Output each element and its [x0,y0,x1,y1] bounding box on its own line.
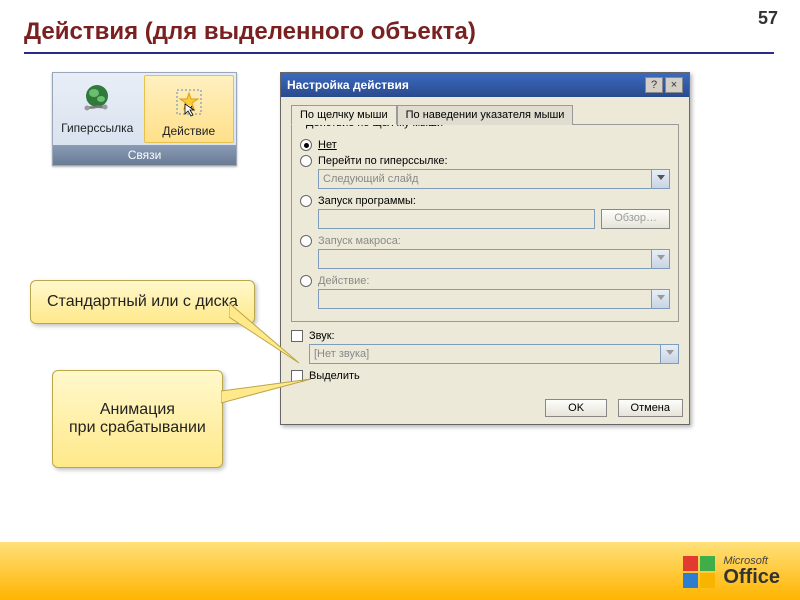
dialog-titlebar: Настройка действия ? × [281,73,689,97]
page-title: Действия (для выделенного объекта) [24,18,476,46]
radio-run-macro-row: Запуск макроса: [300,235,670,247]
ok-button[interactable]: OK [545,399,607,417]
radio-icon [300,195,312,207]
globe-icon [77,79,117,119]
radio-hyperlink-label: Перейти по гиперссылке: [318,155,448,167]
ribbon-group-label: Связи [53,145,236,165]
chevron-down-icon [652,169,670,189]
program-path-row: Обзор… [318,209,670,229]
radio-action-label: Действие: [318,275,369,287]
action-combo-input [318,289,652,309]
cancel-button[interactable]: Отмена [618,399,683,417]
radio-run-program-row[interactable]: Запуск программы: [300,195,670,207]
radio-icon [300,155,312,167]
action-star-icon [169,82,209,122]
callout-text: Стандартный или с диска [47,293,238,310]
close-button[interactable]: × [665,77,683,93]
checkbox-sound-row[interactable]: Звук: [291,330,679,342]
bottom-bar [0,542,800,600]
callout-highlight: Анимация при срабатывании [52,370,223,468]
office-brand-text: Microsoft Office [723,557,780,589]
checkbox-sound-label: Звук: [309,330,335,342]
chevron-down-icon [652,249,670,269]
chevron-down-icon [661,344,679,364]
macro-combo-input [318,249,652,269]
dialog-title: Настройка действия [287,78,643,92]
action-combo [318,289,670,309]
ribbon-item-label: Действие [149,124,230,138]
chevron-down-icon [652,289,670,309]
help-button[interactable]: ? [645,77,663,93]
sound-combo-input [309,344,661,364]
radio-action-row: Действие: [300,275,670,287]
callout-text: Анимация при срабатывании [69,401,206,436]
radio-run-program-label: Запуск программы: [318,195,416,207]
browse-button[interactable]: Обзор… [601,209,670,229]
ribbon-item-hyperlink[interactable]: Гиперссылка [53,73,142,145]
radio-none-row[interactable]: Нет [300,139,670,151]
radio-icon [300,139,312,151]
radio-none-label: Нет [318,139,337,151]
dialog-action-settings: Настройка действия ? × По щелчку мыши По… [280,72,690,425]
radio-hyperlink-row[interactable]: Перейти по гиперссылке: [300,155,670,167]
hyperlink-combo[interactable] [318,169,670,189]
title-underline [24,52,774,54]
office-logo-icon [683,556,717,590]
page-number: 57 [758,8,778,29]
tab-click[interactable]: По щелчку мыши [291,105,397,125]
radio-icon [300,235,312,247]
sound-combo[interactable] [309,344,679,364]
hyperlink-combo-input [318,169,652,189]
tab-hover[interactable]: По наведении указателя мыши [397,105,574,125]
ribbon-item-action[interactable]: Действие [144,75,235,143]
ribbon-item-label: Гиперссылка [57,121,138,135]
office-brand: Microsoft Office [683,556,780,590]
callout-sound: Стандартный или с диска [30,280,255,324]
radio-icon [300,275,312,287]
checkbox-highlight-row[interactable]: Выделить [291,370,679,382]
program-path-input[interactable] [318,209,595,229]
radio-run-macro-label: Запуск макроса: [318,235,401,247]
ribbon-group-links: Гиперссылка Действие Связи [52,72,237,166]
macro-combo [318,249,670,269]
